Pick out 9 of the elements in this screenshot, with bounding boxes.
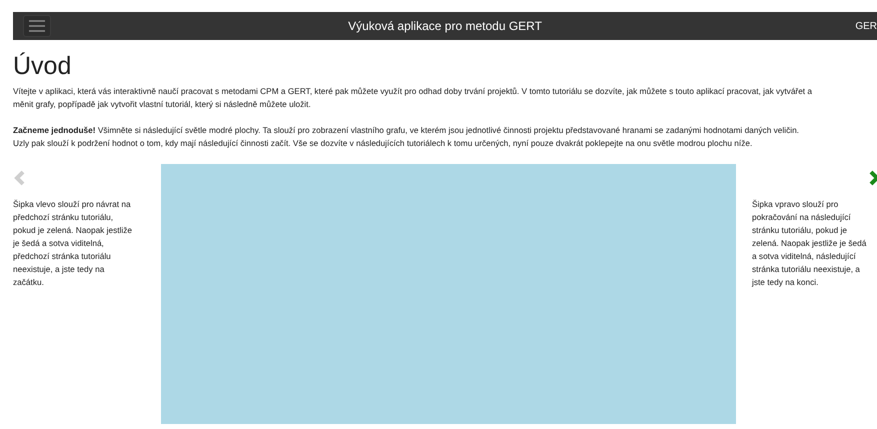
right-arrow-note: Šipka vpravo slouží pro pokračování na následující stránku tutoriálu, pokud je zelená. Naopak jestliže je šedá a sotva viditelná, následující stránka tutoriálu neexistuje, a jste tedy na konci.	[752, 198, 868, 289]
navbar-link[interactable]: GER	[855, 20, 877, 32]
menu-icon	[29, 20, 45, 32]
intro-paragraph: Začneme jednoduše! Všimněte si následující světle modré plochy. Ta slouží pro zobrazení vlastního grafu, ve kterém jsou jednotlivé činnosti projektu představované hranami se zadanými hodnotami daných veličin. Uzly pak slouží k podržení hodnot o tom, kdy mají následující činnosti začít. Vše se dozvíte v následujících tutoriálech k tomu určených, nyní pouze dvakrát poklepejte na onu světle modrou plochu níže.	[13, 124, 800, 150]
page-heading: Úvod	[13, 52, 72, 81]
left-arrow-note: Šipka vlevo slouží pro návrat na předchozí stránku tutoriálu, pokud je zelená. Naopak jestliže je šedá a sotva viditelná, předchozí stránka tutoriálu neexistuje, a jste tedy na začátku.	[13, 198, 133, 289]
intro-paragraph: Vítejte v aplikaci, která vás interaktivně naučí pracovat s metodami CPM a GERT, které pak můžete využít pro odhad doby trvání projektů. V tomto tutoriálu se dozvíte, jak můžete s touto aplikací pracovat, jak vytvářet a měnit grafy, popřípadě jak vytvořit vlastní tutoriál, který si následně můžete uložit.	[13, 85, 814, 111]
menu-button[interactable]	[23, 15, 51, 37]
app-title: Výuková aplikace pro metodu GERT	[348, 19, 542, 33]
